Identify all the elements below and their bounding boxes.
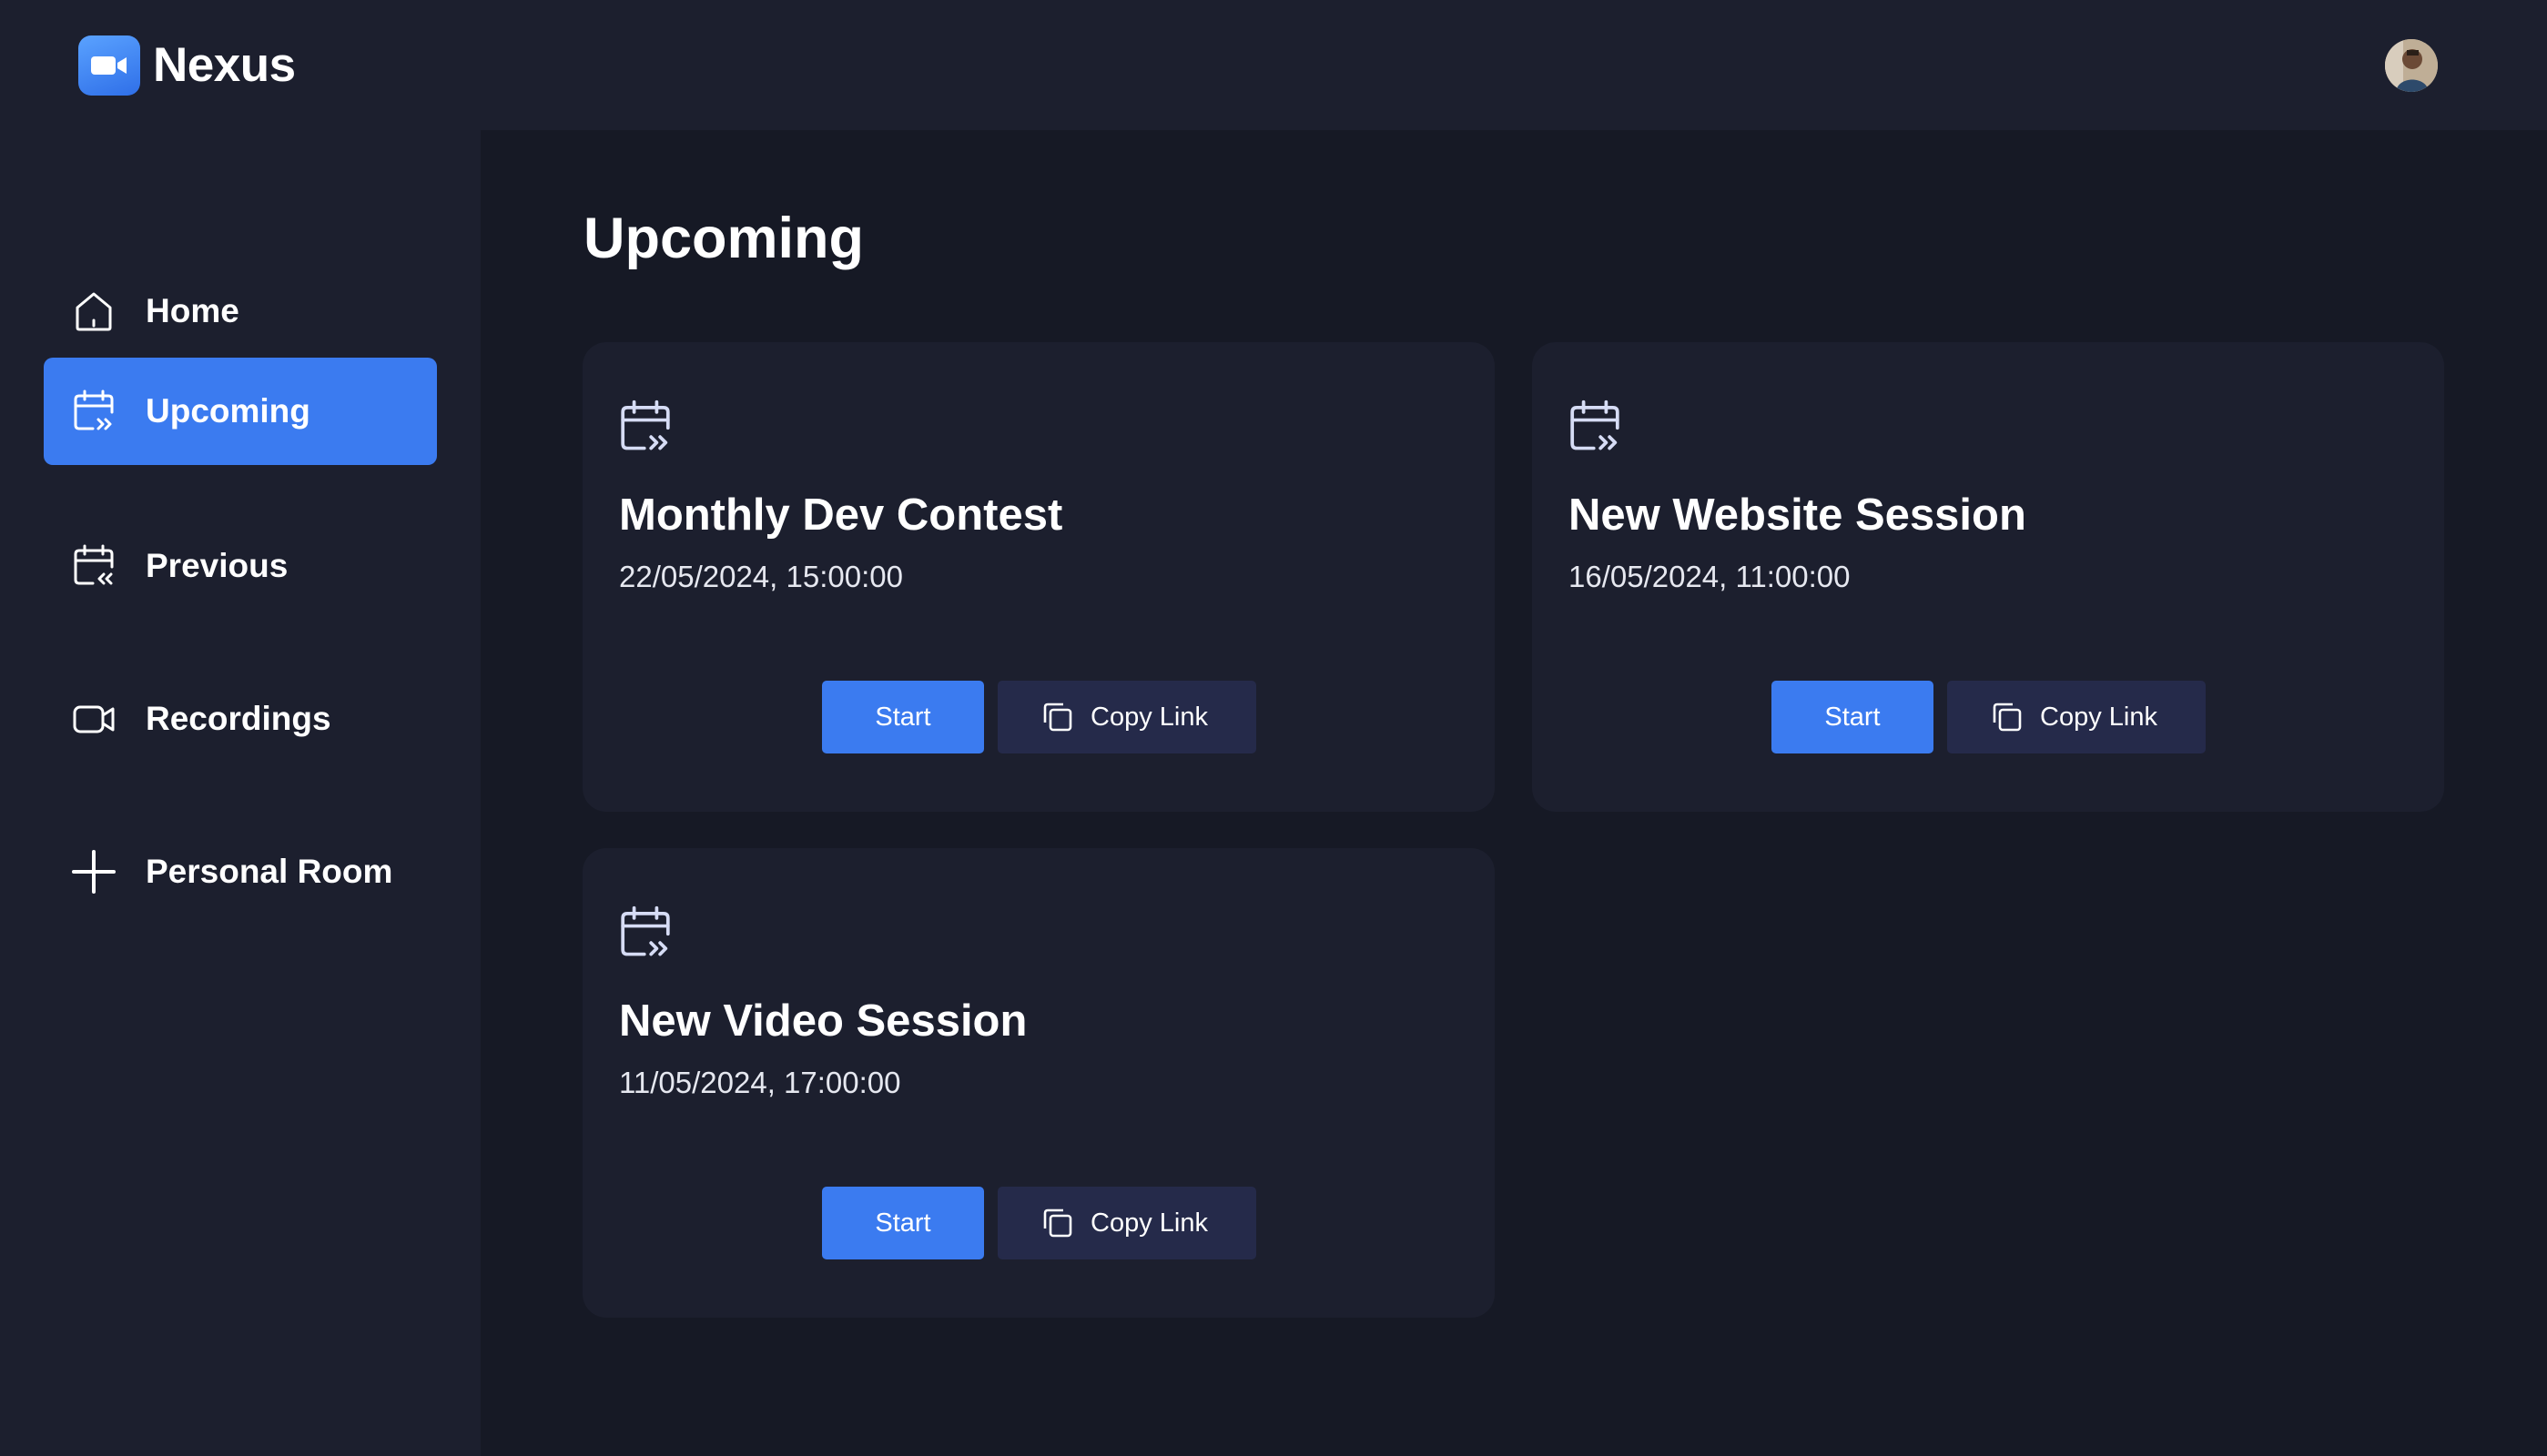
start-button[interactable]: Start: [1771, 681, 1933, 753]
calendar-upcoming-icon: [71, 389, 117, 434]
copy-icon: [1041, 1207, 1074, 1239]
sidebar-item-label: Recordings: [146, 700, 331, 737]
calendar-previous-icon: [71, 543, 117, 589]
video-icon: [71, 696, 117, 742]
sidebar-item-home[interactable]: Home: [44, 258, 437, 365]
copy-link-button[interactable]: Copy Link: [998, 1187, 1256, 1259]
meeting-title: New Website Session: [1568, 490, 2026, 540]
sidebar-item-upcoming[interactable]: Upcoming: [44, 358, 437, 465]
copy-link-label: Copy Link: [2040, 703, 2157, 732]
start-button[interactable]: Start: [822, 681, 984, 753]
sidebar-item-label: Upcoming: [146, 392, 310, 430]
page-title: Upcoming: [583, 207, 864, 270]
meeting-date: 22/05/2024, 15:00:00: [619, 560, 903, 593]
video-camera-icon[interactable]: [78, 35, 140, 96]
sidebar-item-recordings[interactable]: Recordings: [44, 665, 437, 773]
app-name[interactable]: Nexus: [153, 33, 296, 98]
home-icon: [71, 288, 117, 334]
plus-icon: [71, 849, 117, 895]
meeting-date: 11/05/2024, 17:00:00: [619, 1066, 901, 1099]
sidebar-item-label: Home: [146, 292, 239, 329]
sidebar-item-label: Personal Room: [146, 853, 393, 890]
meeting-title: Monthly Dev Contest: [619, 490, 1063, 540]
sidebar: Home Upcoming Previous Recordings Person…: [0, 130, 481, 1456]
start-button[interactable]: Start: [822, 1187, 984, 1259]
copy-link-button[interactable]: Copy Link: [998, 681, 1256, 753]
calendar-upcoming-icon: [617, 905, 674, 961]
sidebar-item-label: Previous: [146, 547, 289, 584]
copy-link-button[interactable]: Copy Link: [1947, 681, 2206, 753]
calendar-upcoming-icon: [1567, 399, 1623, 455]
meeting-title: New Video Session: [619, 996, 1028, 1046]
copy-icon: [1041, 701, 1074, 733]
meeting-card: Monthly Dev Contest 22/05/2024, 15:00:00…: [583, 342, 1495, 812]
copy-icon: [1991, 701, 2024, 733]
calendar-upcoming-icon: [617, 399, 674, 455]
copy-link-label: Copy Link: [1091, 703, 1208, 732]
meeting-card: New Website Session 16/05/2024, 11:00:00…: [1532, 342, 2444, 812]
copy-link-label: Copy Link: [1091, 1208, 1208, 1238]
sidebar-item-personal-room[interactable]: Personal Room: [44, 818, 437, 925]
meeting-card: New Video Session 11/05/2024, 17:00:00 S…: [583, 848, 1495, 1318]
top-bar: Nexus: [0, 0, 2547, 130]
sidebar-item-previous[interactable]: Previous: [44, 512, 437, 620]
avatar[interactable]: [2385, 39, 2438, 92]
meeting-date: 16/05/2024, 11:00:00: [1568, 560, 1851, 593]
